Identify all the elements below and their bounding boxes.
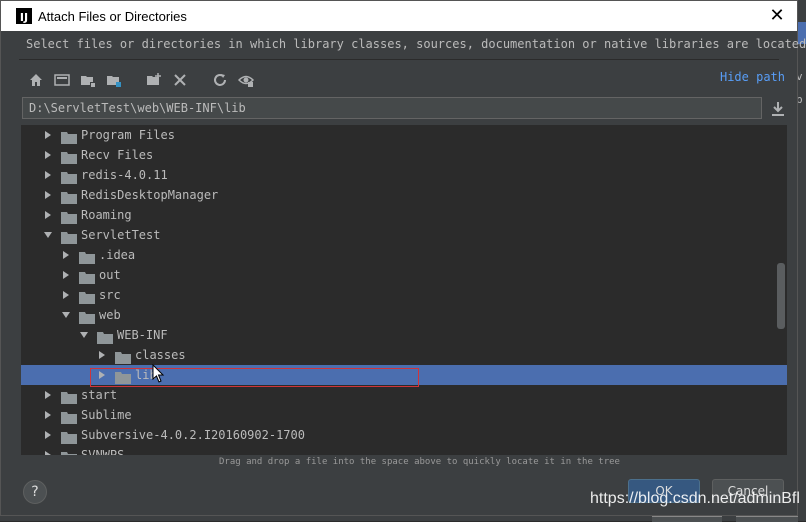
folder-icon — [79, 289, 95, 304]
tree-item-label: SVNWPS — [81, 448, 125, 455]
folder-icon — [61, 149, 77, 164]
tree-item-label: Program Files — [81, 128, 175, 142]
annotation-highlight-box — [90, 368, 419, 387]
folder-icon — [61, 449, 77, 455]
expanded-arrow-icon[interactable] — [61, 310, 71, 320]
tree-item-label: ServletTest — [81, 228, 161, 242]
collapsed-arrow-icon[interactable] — [43, 390, 53, 400]
tree-item-label: out — [99, 268, 121, 282]
tree-row[interactable]: redis-4.0.11 — [21, 165, 787, 185]
tree-item-label: web — [99, 308, 121, 322]
tree-row[interactable]: web — [21, 305, 787, 325]
collapsed-arrow-icon[interactable] — [43, 450, 53, 455]
tree-row[interactable]: Roaming — [21, 205, 787, 225]
folder-icon — [61, 169, 77, 184]
background-window-button — [652, 516, 722, 522]
tree-item-label: classes — [135, 348, 186, 362]
collapsed-arrow-icon[interactable] — [61, 250, 71, 260]
window-title: Attach Files or Directories — [38, 8, 187, 24]
folder-icon — [61, 409, 77, 424]
download-icon[interactable] — [769, 100, 787, 118]
collapsed-arrow-icon[interactable] — [43, 430, 53, 440]
collapsed-arrow-icon[interactable] — [43, 130, 53, 140]
tree-item-label: redis-4.0.11 — [81, 168, 168, 182]
drag-drop-hint: Drag and drop a file into the space abov… — [219, 457, 620, 467]
collapsed-arrow-icon[interactable] — [43, 210, 53, 220]
tree-row[interactable]: RedisDesktopManager — [21, 185, 787, 205]
tree-item-label: Roaming — [81, 208, 132, 222]
tree-row[interactable]: Recv Files — [21, 145, 787, 165]
tree-item-label: Subversive-4.0.2.I20160902-1700 — [81, 428, 305, 442]
background-window-button — [736, 516, 798, 522]
expanded-arrow-icon[interactable] — [79, 330, 89, 340]
folder-icon — [61, 189, 77, 204]
attach-files-dialog: IJ Attach Files or Directories ✕ Select … — [0, 0, 806, 516]
folder-icon — [79, 269, 95, 284]
close-button[interactable]: ✕ — [767, 6, 787, 26]
tree-item-label: src — [99, 288, 121, 302]
collapsed-arrow-icon[interactable] — [97, 350, 107, 360]
divider — [19, 59, 779, 60]
tree-row[interactable]: Subversive-4.0.2.I20160902-1700 — [21, 425, 787, 445]
expanded-arrow-icon[interactable] — [43, 230, 53, 240]
tree-row[interactable]: SVNWPS — [21, 445, 787, 455]
help-button[interactable]: ? — [23, 480, 47, 504]
folder-icon — [61, 429, 77, 444]
file-chooser-toolbar — [26, 69, 256, 91]
file-tree[interactable]: Program Files Recv Files redis-4.0.11 Redis… — [21, 125, 787, 455]
refresh-icon[interactable] — [210, 70, 230, 90]
folder-icon — [97, 329, 113, 344]
show-hidden-icon[interactable] — [236, 70, 256, 90]
tree-row[interactable]: classes — [21, 345, 787, 365]
watermark-text: https://blog.csdn.net/adminBfl — [590, 490, 800, 507]
collapsed-arrow-icon[interactable] — [61, 270, 71, 280]
title-bar[interactable]: IJ Attach Files or Directories ✕ — [1, 1, 797, 31]
tree-item-label: WEB-INF — [117, 328, 168, 342]
delete-icon[interactable] — [170, 70, 190, 90]
home-icon[interactable] — [26, 70, 46, 90]
folder-icon — [61, 129, 77, 144]
tree-row[interactable]: WEB-INF — [21, 325, 787, 345]
tree-item-label: start — [81, 388, 118, 402]
tree-item-label: Sublime — [81, 408, 132, 422]
hide-path-link[interactable]: Hide path — [720, 70, 785, 84]
module-folder-icon[interactable] — [104, 70, 124, 90]
folder-icon — [115, 349, 131, 364]
desktop-icon[interactable] — [52, 70, 72, 90]
tree-row[interactable]: ServletTest — [21, 225, 787, 245]
new-folder-icon[interactable] — [144, 70, 164, 90]
collapsed-arrow-icon[interactable] — [43, 190, 53, 200]
folder-icon — [61, 229, 77, 244]
collapsed-arrow-icon[interactable] — [43, 170, 53, 180]
tree-row[interactable]: src — [21, 285, 787, 305]
path-input[interactable]: D:\ServletTest\web\WEB-INF\lib — [22, 97, 762, 119]
tree-row[interactable]: out — [21, 265, 787, 285]
folder-icon — [61, 389, 77, 404]
collapsed-arrow-icon[interactable] — [43, 410, 53, 420]
collapsed-arrow-icon[interactable] — [43, 150, 53, 160]
tree-row[interactable]: start — [21, 385, 787, 405]
mouse-cursor-icon — [152, 363, 166, 384]
folder-icon — [79, 249, 95, 264]
collapsed-arrow-icon[interactable] — [61, 290, 71, 300]
project-folder-icon[interactable] — [78, 70, 98, 90]
tree-row[interactable]: Sublime — [21, 405, 787, 425]
folder-icon — [61, 209, 77, 224]
dialog-description: Select files or directories in which lib… — [26, 37, 806, 51]
tree-item-label: RedisDesktopManager — [81, 188, 219, 202]
tree-item-label: Recv Files — [81, 148, 154, 162]
tree-row[interactable]: .idea — [21, 245, 787, 265]
folder-icon — [79, 309, 95, 324]
tree-item-label: .idea — [99, 248, 136, 262]
intellij-app-icon: IJ — [16, 8, 32, 24]
tree-scrollbar[interactable] — [777, 263, 785, 329]
tree-row[interactable]: Program Files — [21, 125, 787, 145]
